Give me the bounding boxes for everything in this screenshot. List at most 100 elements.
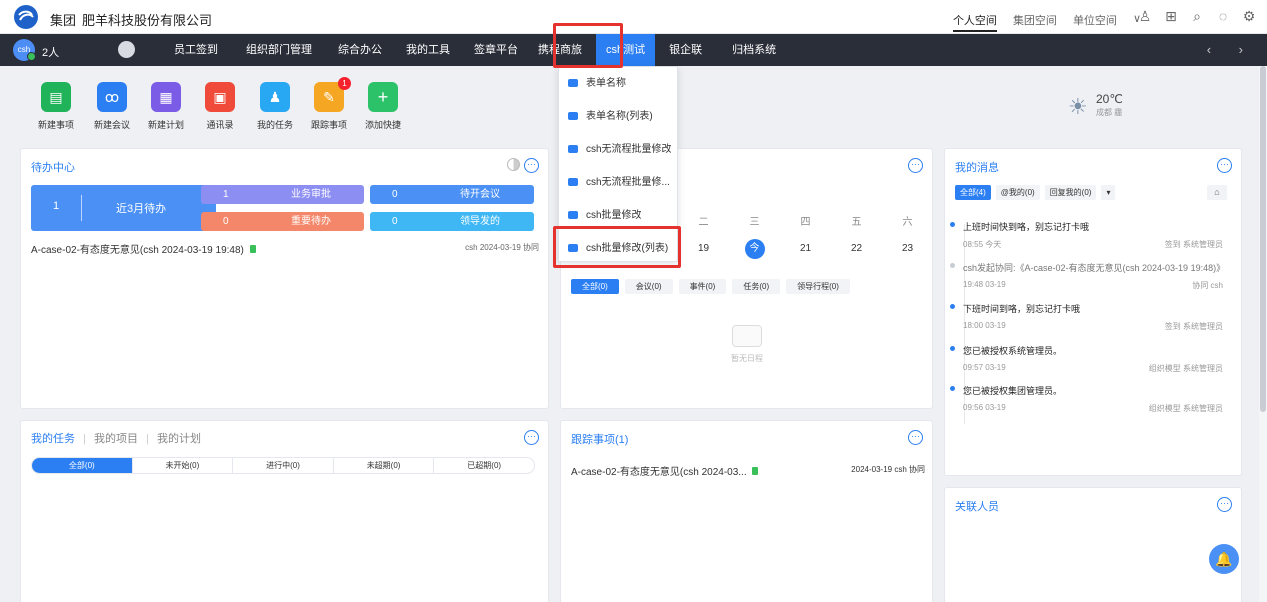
todo-row-title[interactable]: A-case-02-有态度无意见(csh 2024-03-19 19:48) xyxy=(31,245,244,256)
user-icon[interactable]: ♙ xyxy=(1137,8,1153,24)
calendar-day[interactable]: 22 xyxy=(831,239,882,259)
message-item[interactable]: 下班时间到咯，别忘记打卡哦 18:00 03-19 签到 系统管理员 xyxy=(950,302,1223,331)
space-unit[interactable]: 单位空间 xyxy=(1073,12,1117,32)
todo-recent-card[interactable]: 1 近3月待办 xyxy=(31,185,216,231)
menu-item-form-name[interactable]: 表单名称 xyxy=(559,67,677,100)
chip-approval[interactable]: 1 业务审批 xyxy=(201,185,364,204)
nav-arrows[interactable]: ‹ › xyxy=(1207,42,1255,57)
tracking-icon: ✎ 1 xyxy=(314,77,351,112)
layers-icon xyxy=(568,211,578,219)
calendar-day-today[interactable]: 今 xyxy=(729,239,780,259)
highlight-menu-item xyxy=(553,226,681,268)
top-icons: ♙ ⊞ ⌕ ◌ ⚙ xyxy=(1137,8,1257,24)
chat-icon[interactable]: ◌ xyxy=(1215,8,1231,24)
nav-logo-icon[interactable] xyxy=(118,41,135,58)
filter-in-progress[interactable]: 进行中(0) xyxy=(233,458,334,473)
contacts-icon: ▣ xyxy=(205,82,235,112)
quick-my-tasks[interactable]: ♟ 我的任务 xyxy=(249,82,301,131)
filter-not-overdue[interactable]: 未超期(0) xyxy=(334,458,435,473)
tab-my-plans[interactable]: 我的计划 xyxy=(157,433,201,445)
filter-not-started[interactable]: 未开始(0) xyxy=(133,458,234,473)
calendar-day[interactable]: 23 xyxy=(882,239,933,259)
nav-item-office[interactable]: 综合办公 xyxy=(328,34,392,66)
messages-title: 我的消息 xyxy=(955,162,999,174)
tab-event[interactable]: 事件(0) xyxy=(678,279,727,294)
filter-overdue[interactable]: 已超期(0) xyxy=(434,458,534,473)
message-item[interactable]: 您已被授权系统管理员。 09:57 03-19 组织模型 系统管理员 xyxy=(950,344,1223,373)
more-icon[interactable]: ··· xyxy=(1217,497,1232,512)
tab-replies[interactable]: 回复我的(0) xyxy=(1044,185,1097,200)
tracking-row[interactable]: A-case-02-有态度无意见(csh 2024-03... 2024-03-… xyxy=(571,463,925,478)
weather-city: 成都 霾 xyxy=(1096,108,1123,117)
nav-item-org[interactable]: 组织部门管理 xyxy=(236,34,322,66)
mark-read-icon[interactable]: ⌂ xyxy=(1207,185,1227,200)
tab-more-dropdown[interactable]: ▾ xyxy=(1101,185,1116,200)
space-switcher: 个人空间 集团空间 单位空间 ∨ xyxy=(952,12,1141,32)
quick-new-plan[interactable]: ▦ 新建计划 xyxy=(140,82,192,131)
tab-my-tasks[interactable]: 我的任务 xyxy=(31,433,75,445)
tasks-panel: 我的任务 | 我的项目 | 我的计划 ··· 全部(0) 未开始(0) 进行中(… xyxy=(20,420,549,602)
theme-toggle-icon[interactable] xyxy=(507,158,520,171)
nav-item-checkin[interactable]: 员工签到 xyxy=(164,34,228,66)
more-icon[interactable]: ··· xyxy=(908,430,923,445)
nav-item-signature[interactable]: 签章平台 xyxy=(464,34,528,66)
more-icon[interactable]: ··· xyxy=(524,158,539,173)
tab-all-messages[interactable]: 全部(4) xyxy=(955,185,991,200)
quick-label: 添加快捷 xyxy=(364,120,401,130)
calendar-day[interactable]: 21 xyxy=(780,239,831,259)
quick-new-meeting[interactable]: ꝏ 新建会议 xyxy=(86,82,138,131)
layers-icon xyxy=(568,178,578,186)
message-item[interactable]: csh发起协同:《A-case-02-有态度无意见(csh 2024-03-19… xyxy=(950,261,1225,290)
space-personal[interactable]: 个人空间 xyxy=(952,12,997,32)
more-icon[interactable]: ··· xyxy=(1217,158,1232,173)
online-count[interactable]: 2人 xyxy=(42,44,59,60)
todo-row[interactable]: A-case-02-有态度无意见(csh 2024-03-19 19:48) c… xyxy=(31,241,539,256)
menu-item-no-flow-batch[interactable]: csh无流程批量修改 xyxy=(559,133,677,166)
menu-item-form-name-list[interactable]: 表单名称(列表) xyxy=(559,100,677,133)
chip-leader[interactable]: 0 领导发的 xyxy=(370,212,534,231)
top-bar: 集团 肥羊科技股份有限公司 个人空间 集团空间 单位空间 ∨ ♙ ⊞ ⌕ ◌ ⚙ xyxy=(0,0,1267,34)
layers-icon xyxy=(568,112,578,120)
search-icon[interactable]: ⌕ xyxy=(1189,8,1205,24)
message-tabs: 全部(4) @我的(0) 回复我的(0) ▾ xyxy=(955,185,1116,200)
more-icon[interactable]: ··· xyxy=(524,430,539,445)
layers-icon xyxy=(568,79,578,87)
calendar-day[interactable]: 19 xyxy=(678,239,729,259)
calendar-icon: ▦ xyxy=(151,82,181,112)
tab-mentions[interactable]: @我的(0) xyxy=(995,185,1040,200)
message-item[interactable]: 您已被授权集团管理员。 09:56 03-19 组织模型 系统管理员 xyxy=(950,384,1223,413)
tab-task[interactable]: 任务(0) xyxy=(732,279,781,294)
tab-leader[interactable]: 领导行程(0) xyxy=(786,279,850,294)
tab-my-projects[interactable]: 我的项目 xyxy=(94,433,138,445)
company-logo xyxy=(14,5,38,29)
nav-item-bank[interactable]: 银企联 xyxy=(659,34,712,66)
quick-tracking[interactable]: ✎ 1 跟踪事项 xyxy=(303,77,355,131)
filter-all[interactable]: 全部(0) xyxy=(32,458,133,473)
related-panel: 关联人员 ··· xyxy=(944,487,1242,602)
todo-recent-count: 1 xyxy=(53,200,60,212)
chip-meetings[interactable]: 0 待开会议 xyxy=(370,185,534,204)
tracking-row-title[interactable]: A-case-02-有态度无意见(csh 2024-03... xyxy=(571,467,747,478)
quick-add-shortcut[interactable]: + 添加快捷 xyxy=(357,82,409,131)
more-icon[interactable]: ··· xyxy=(908,158,923,173)
quick-new-item[interactable]: ▤ 新建事项 xyxy=(30,82,82,131)
scrollbar[interactable] xyxy=(1259,66,1267,602)
grid-icon[interactable]: ⊞ xyxy=(1163,8,1179,24)
nav-item-tools[interactable]: 我的工具 xyxy=(396,34,460,66)
menu-item-no-flow-batch-2[interactable]: csh无流程批量修... xyxy=(559,166,677,199)
online-badge xyxy=(27,52,36,61)
quick-label: 我的任务 xyxy=(256,120,293,130)
group-label[interactable]: 集团 xyxy=(50,10,76,29)
settings-icon[interactable]: ⚙ xyxy=(1241,8,1257,24)
tab-all[interactable]: 全部(0) xyxy=(571,279,619,294)
nav-item-archive[interactable]: 归档系统 xyxy=(722,34,786,66)
calendar-tabs: 全部(0) 会议(0) 事件(0) 任务(0) 领导行程(0) xyxy=(571,279,850,294)
tab-meeting[interactable]: 会议(0) xyxy=(624,279,673,294)
weather-temp: 20℃ xyxy=(1096,92,1123,106)
space-group[interactable]: 集团空间 xyxy=(1013,12,1057,32)
notification-bell-icon[interactable]: 🔔 xyxy=(1209,544,1239,574)
chip-important[interactable]: 0 重要待办 xyxy=(201,212,364,231)
task-status-filter: 全部(0) 未开始(0) 进行中(0) 未超期(0) 已超期(0) xyxy=(31,457,535,474)
message-item[interactable]: 上班时间快到咯，别忘记打卡哦 08:55 今天 签到 系统管理员 xyxy=(950,220,1223,249)
quick-contacts[interactable]: ▣ 通讯录 xyxy=(194,82,246,131)
